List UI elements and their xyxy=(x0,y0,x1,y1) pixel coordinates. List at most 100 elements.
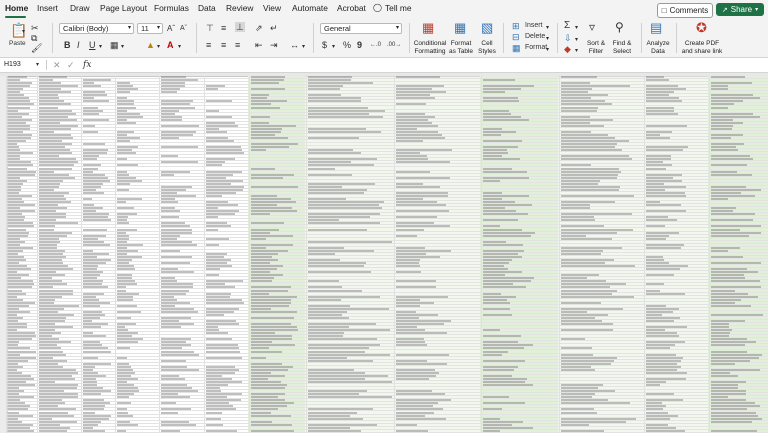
number-format-select[interactable]: General ▾ xyxy=(320,23,402,34)
decrease-indent-icon[interactable]: ⇤ xyxy=(255,40,263,50)
font-size-select[interactable]: 11 ▾ xyxy=(137,23,163,34)
tab-insert[interactable]: Insert xyxy=(37,3,58,13)
analyze-data-button[interactable]: Analyze Data xyxy=(645,40,671,55)
increase-indent-icon[interactable]: ⇥ xyxy=(270,40,278,50)
chevron-down-icon[interactable]: ▾ xyxy=(575,35,578,45)
increase-font-icon[interactable]: Aˆ xyxy=(167,24,175,34)
delete-button[interactable]: Delete xyxy=(525,33,545,40)
align-center-icon[interactable]: ≡ xyxy=(221,40,226,50)
chevron-down-icon[interactable]: ▾ xyxy=(332,42,335,52)
worksheet-grid[interactable] xyxy=(0,73,768,433)
cell-styles-icon[interactable]: ▧ xyxy=(481,21,493,34)
cell-content xyxy=(161,124,199,127)
chevron-down-icon[interactable]: ▾ xyxy=(121,42,124,52)
chevron-down-icon[interactable]: ▾ xyxy=(546,23,549,33)
comments-button[interactable]: □ Comments xyxy=(657,3,713,18)
underline-icon[interactable]: U xyxy=(89,40,96,50)
cell-content xyxy=(251,368,288,371)
insert-button[interactable]: Insert xyxy=(525,22,543,29)
chevron-down-icon[interactable]: ▾ xyxy=(302,42,305,52)
format-cells-icon[interactable]: ▦ xyxy=(512,43,521,53)
chevron-down-icon[interactable]: ▾ xyxy=(575,46,578,56)
conditional-formatting-icon[interactable]: ▦ xyxy=(422,21,434,34)
font-color-icon[interactable]: A xyxy=(167,40,174,50)
merge-center-icon[interactable]: ↔ xyxy=(290,40,299,50)
decrease-font-icon[interactable]: Aˇ xyxy=(180,24,187,34)
chevron-down-icon[interactable]: ▾ xyxy=(546,45,549,55)
tab-acrobat[interactable]: Acrobat xyxy=(337,3,366,13)
align-top-icon[interactable]: ⊤ xyxy=(206,23,214,33)
italic-icon[interactable]: I xyxy=(77,40,80,50)
tab-review[interactable]: Review xyxy=(226,3,253,13)
analyze-data-icon[interactable]: ▤ xyxy=(650,21,662,34)
tab-formulas[interactable]: Formulas xyxy=(154,3,189,13)
comma-style-icon[interactable]: 9 xyxy=(357,40,362,50)
autosum-icon[interactable]: Σ xyxy=(564,21,570,31)
borders-icon[interactable]: ▦ xyxy=(110,40,119,50)
sort-filter-icon[interactable]: ▿ xyxy=(589,21,595,33)
share-button[interactable]: ↗ Share ▾ xyxy=(716,3,764,16)
format-as-table-icon[interactable]: ▦ xyxy=(454,21,466,34)
tab-view[interactable]: View xyxy=(263,3,281,13)
cell-content xyxy=(206,350,240,353)
table-row[interactable] xyxy=(7,429,768,433)
conditional-formatting-button[interactable]: Conditional Formatting xyxy=(413,40,447,55)
insert-cells-icon[interactable]: ⊞ xyxy=(512,21,520,31)
insert-function-button[interactable]: fx xyxy=(83,60,91,70)
tab-automate[interactable]: Automate xyxy=(292,3,328,13)
chevron-down-icon[interactable]: ▾ xyxy=(22,27,25,37)
paste-button-label[interactable]: Paste xyxy=(9,40,26,47)
cell-content xyxy=(8,408,28,411)
copy-icon[interactable]: ⧉ xyxy=(31,33,37,43)
increase-decimal-icon[interactable]: ←.0 xyxy=(370,40,381,50)
accounting-format-icon[interactable]: $ xyxy=(322,40,327,50)
cell-content xyxy=(83,304,100,307)
search-icon[interactable]: ⚲ xyxy=(615,21,624,33)
font-name-select[interactable]: Calibri (Body) ▾ xyxy=(59,23,134,34)
delete-cells-icon[interactable]: ⊟ xyxy=(512,32,520,42)
tab-page-layout[interactable]: Page Layout xyxy=(100,3,147,13)
cell-content xyxy=(117,234,129,237)
percent-style-icon[interactable]: % xyxy=(343,40,351,50)
cancel-icon[interactable]: ✕ xyxy=(53,60,61,70)
cell-content xyxy=(396,405,433,408)
chevron-down-icon[interactable]: ▾ xyxy=(546,34,549,44)
orientation-icon[interactable]: ⇗ xyxy=(255,23,263,33)
tell-me-search[interactable]: Tell me xyxy=(385,3,412,13)
cell-content xyxy=(483,91,505,94)
chevron-down-icon[interactable]: ▾ xyxy=(36,60,39,70)
chevron-down-icon[interactable]: ▾ xyxy=(157,42,160,52)
cell-content xyxy=(39,115,68,118)
format-button[interactable]: Format xyxy=(525,44,547,51)
format-as-table-button[interactable]: Format as Table xyxy=(448,40,474,55)
tab-home[interactable]: Home xyxy=(5,3,28,13)
bold-icon[interactable]: B xyxy=(64,40,71,50)
create-pdf-button[interactable]: Create PDF and share link xyxy=(680,40,724,55)
cell-content xyxy=(251,133,275,136)
cell-content xyxy=(251,265,283,268)
cell-content xyxy=(308,127,366,130)
cell-content xyxy=(251,274,283,277)
tab-data[interactable]: Data xyxy=(198,3,216,13)
sort-filter-button[interactable]: Sort & Filter xyxy=(584,40,608,55)
cut-icon[interactable]: ✂ xyxy=(31,23,39,33)
acrobat-pdf-icon[interactable]: ✪ xyxy=(696,21,707,34)
fill-color-icon[interactable]: ▲ xyxy=(146,40,155,50)
clear-icon[interactable]: ◆ xyxy=(564,44,571,54)
align-middle-icon[interactable]: ≡ xyxy=(221,23,226,33)
chevron-down-icon[interactable]: ▾ xyxy=(178,42,181,52)
decrease-decimal-icon[interactable]: .00→ xyxy=(387,40,401,50)
chevron-down-icon[interactable]: ▾ xyxy=(575,23,578,33)
fill-icon[interactable]: ⇩ xyxy=(564,33,572,43)
align-bottom-icon[interactable]: ⊥ xyxy=(235,22,245,32)
tab-draw[interactable]: Draw xyxy=(70,3,90,13)
align-right-icon[interactable]: ≡ xyxy=(235,40,240,50)
wrap-text-icon[interactable]: ↵ xyxy=(270,23,278,33)
chevron-down-icon[interactable]: ▾ xyxy=(99,42,102,52)
align-left-icon[interactable]: ≡ xyxy=(206,40,211,50)
cell-content xyxy=(396,182,423,185)
find-select-button[interactable]: Find & Select xyxy=(609,40,635,55)
format-painter-icon[interactable]: 🖌 xyxy=(31,43,42,53)
enter-icon[interactable]: ✓ xyxy=(67,60,75,70)
cell-styles-button[interactable]: Cell Styles xyxy=(476,40,498,55)
